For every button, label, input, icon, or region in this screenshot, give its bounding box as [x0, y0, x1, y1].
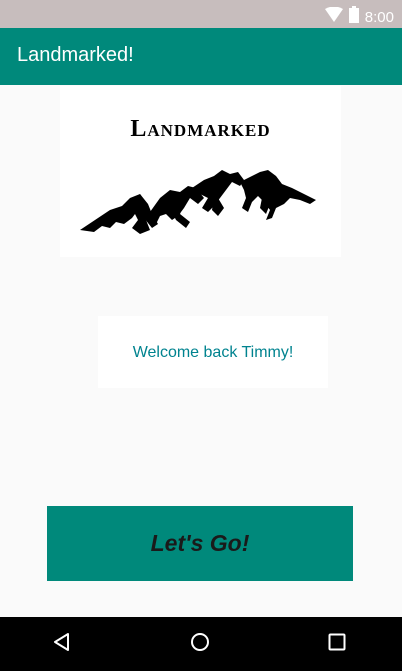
- home-icon: [190, 632, 210, 657]
- back-button[interactable]: [46, 628, 78, 660]
- welcome-card: Welcome back Timmy!: [98, 316, 328, 388]
- wifi-icon: [324, 6, 343, 27]
- lets-go-button[interactable]: Let's Go!: [47, 506, 353, 581]
- status-icons: 8:00: [324, 6, 394, 28]
- app-title: Landmarked!: [17, 44, 134, 66]
- recents-button[interactable]: [321, 628, 353, 660]
- back-icon: [52, 632, 72, 657]
- mountains-icon: [80, 170, 316, 234]
- app-bar: Landmarked!: [0, 28, 402, 85]
- logo-text: Landmarked: [130, 116, 271, 142]
- status-time: 8:00: [364, 8, 394, 26]
- lets-go-label: Let's Go!: [150, 530, 250, 556]
- welcome-message: Welcome back Timmy!: [132, 344, 294, 361]
- home-button[interactable]: [184, 628, 216, 660]
- app-screen: 8:00 Landmarked! Landmarked Welcome back…: [0, 0, 402, 671]
- navigation-bar: [0, 617, 402, 671]
- battery-icon: [348, 6, 359, 28]
- recents-icon: [328, 633, 346, 656]
- logo-card: Landmarked: [60, 86, 341, 257]
- status-bar: 8:00: [0, 0, 402, 28]
